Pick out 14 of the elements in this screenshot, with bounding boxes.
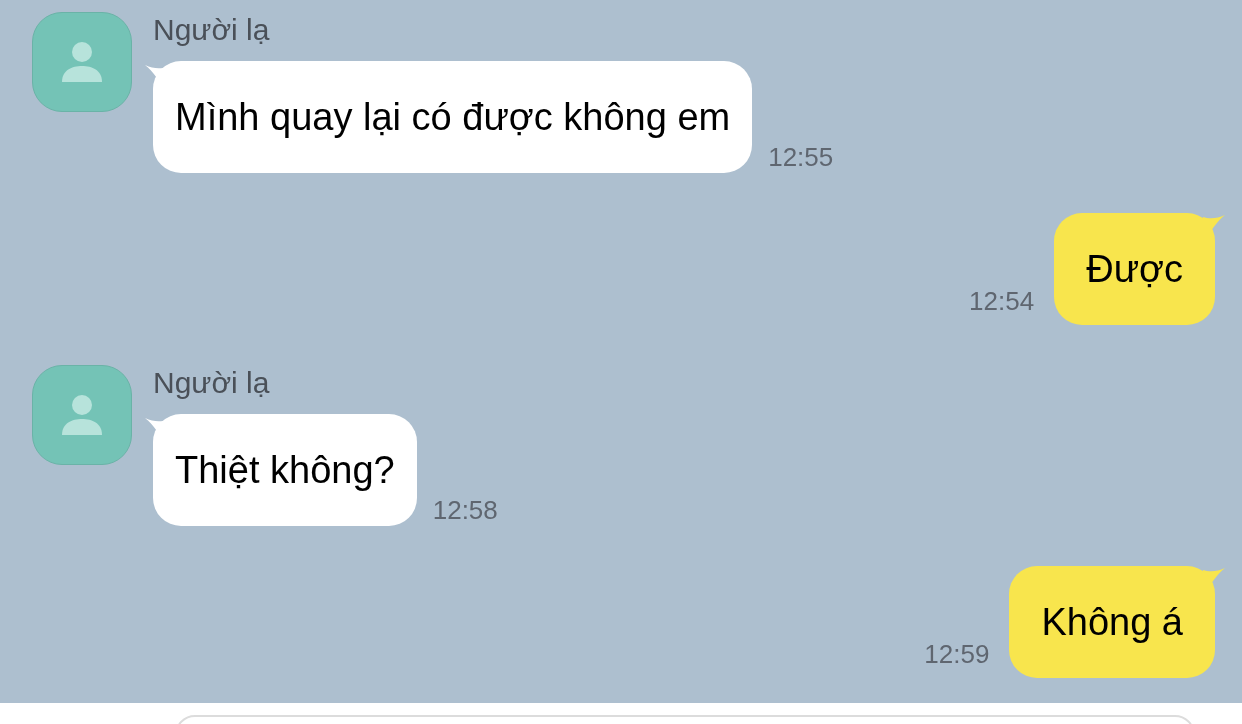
message-time: 12:58	[432, 494, 498, 527]
message-bubble: Được	[1054, 213, 1215, 325]
message-time: 12:59	[924, 638, 990, 671]
person-icon	[60, 40, 104, 84]
sender-name: Người lạ	[153, 365, 271, 401]
sender-name: Người lạ	[153, 12, 271, 48]
message-time: 12:54	[969, 285, 1035, 318]
person-icon	[60, 393, 104, 437]
message-bubble: Không á	[1009, 566, 1215, 678]
avatar[interactable]	[32, 12, 132, 112]
message-time: 12:55	[768, 141, 834, 174]
message-bubble: Mình quay lại có được không em	[153, 61, 753, 173]
avatar[interactable]	[32, 365, 132, 465]
message-bubble: Thiệt không?	[153, 414, 417, 526]
